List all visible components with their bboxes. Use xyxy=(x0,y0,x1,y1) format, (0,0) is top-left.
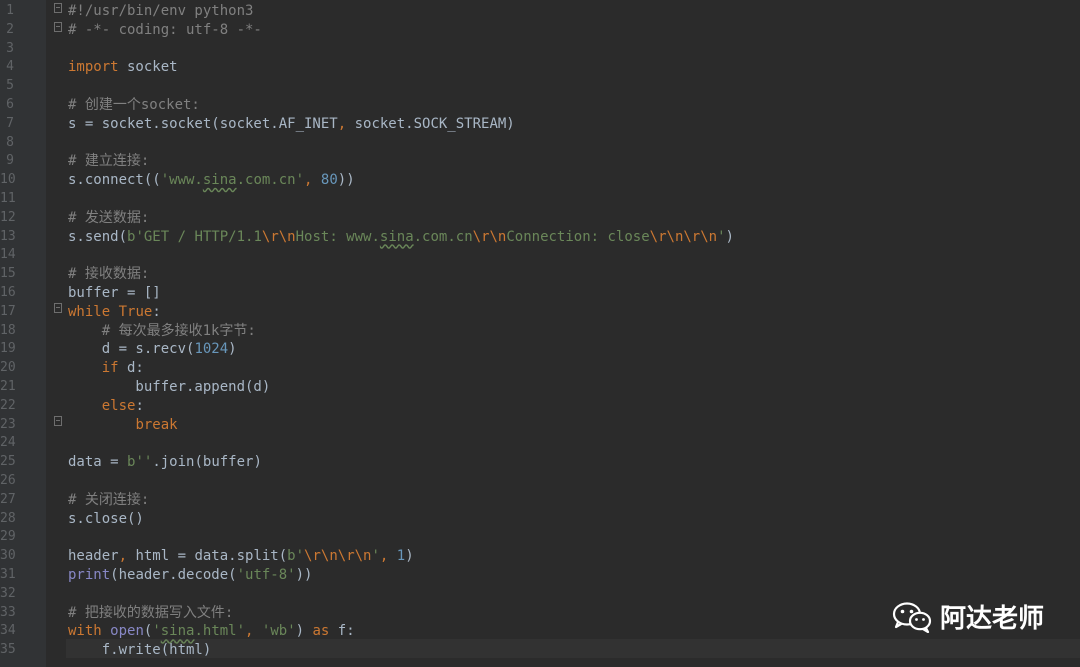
code-line[interactable]: # 关闭连接: xyxy=(68,491,149,510)
code-line[interactable]: # 发送数据: xyxy=(68,209,149,228)
code-line[interactable]: with open('sina.html', 'wb') as f: xyxy=(68,622,355,641)
fold-marker-icon[interactable] xyxy=(54,3,62,13)
code-line[interactable]: # 创建一个socket: xyxy=(68,96,200,115)
code-line[interactable]: import socket xyxy=(68,58,178,77)
line-number: 7 xyxy=(6,115,14,131)
code-line[interactable]: break xyxy=(68,416,177,435)
code-line[interactable]: s.send(b'GET / HTTP/1.1\r\nHost: www.sin… xyxy=(68,228,734,247)
line-number: 27 xyxy=(0,491,16,507)
line-number: 15 xyxy=(0,266,16,282)
code-line[interactable]: if d: xyxy=(68,359,144,378)
code-line[interactable]: buffer.append(d) xyxy=(68,378,270,397)
line-number: 22 xyxy=(0,397,16,413)
line-number: 13 xyxy=(0,228,16,244)
line-number: 16 xyxy=(0,285,16,300)
line-number-gutter: 1 2 3 4 5 6 7 8 9 10 11 12 13 14 15 16 17 18 19 20 21 22 23 24 2… xyxy=(0,0,47,667)
line-number: 28 xyxy=(0,510,16,526)
fold-marker-icon[interactable] xyxy=(54,303,62,313)
line-number: 6 xyxy=(6,97,14,112)
code-editor[interactable]: 1 2 3 4 5 6 7 8 9 10 11 12 13 14 15 16 17 18 19 20 21 22 23 24 2… xyxy=(0,0,1080,667)
code-line[interactable]: f.write(html) xyxy=(68,641,212,660)
code-line[interactable]: # 接收数据: xyxy=(68,265,149,284)
line-number: 26 xyxy=(0,473,16,488)
line-number: 32 xyxy=(0,585,16,601)
fold-marker-icon[interactable] xyxy=(54,22,62,32)
watermark-text: 阿达老师 xyxy=(939,604,1044,634)
line-number: 20 xyxy=(0,360,16,376)
line-number: 9 xyxy=(6,153,14,169)
code-line[interactable]: else: xyxy=(68,397,144,416)
line-number: 31 xyxy=(0,567,16,582)
line-number: 35 xyxy=(0,642,16,658)
line-number: 24 xyxy=(0,435,16,451)
code-line[interactable]: print(header.decode('utf-8')) xyxy=(68,566,312,585)
line-number: 5 xyxy=(6,78,14,94)
line-number: 3 xyxy=(6,40,14,56)
fold-marker-icon[interactable] xyxy=(54,416,62,426)
code-line[interactable]: data = b''.join(buffer) xyxy=(68,453,262,472)
code-line[interactable]: d = s.recv(1024) xyxy=(68,340,237,359)
line-number: 11 xyxy=(0,191,16,206)
code-line[interactable]: s.connect(('www.sina.com.cn', 80)) xyxy=(68,171,355,190)
line-number: 33 xyxy=(0,604,16,620)
line-number: 4 xyxy=(6,59,14,75)
code-line[interactable]: # 建立连接: xyxy=(68,152,149,171)
line-number: 1 xyxy=(6,3,14,18)
line-number: 10 xyxy=(0,172,16,188)
code-line[interactable]: while True: xyxy=(68,303,161,322)
line-number: 30 xyxy=(0,548,16,564)
line-number: 23 xyxy=(0,416,16,432)
line-number: 8 xyxy=(6,134,14,150)
line-number: 14 xyxy=(0,247,16,263)
code-line[interactable]: s.close() xyxy=(68,510,144,529)
watermark: 阿达老师 xyxy=(892,598,1044,635)
code-line[interactable]: header, html = data.split(b'\r\n\r\n', 1… xyxy=(68,547,414,566)
line-number: 12 xyxy=(0,209,16,225)
line-number: 18 xyxy=(0,322,16,338)
line-number: 34 xyxy=(0,623,16,639)
line-number: 2 xyxy=(6,21,14,37)
code-line[interactable]: # -*- coding: utf-8 -*- xyxy=(68,21,262,40)
code-line[interactable]: # 把接收的数据写入文件: xyxy=(68,604,233,623)
code-line[interactable]: #!/usr/bin/env python3 xyxy=(68,2,253,21)
code-line[interactable]: s = socket.socket(socket.AF_INET, socket… xyxy=(68,115,515,134)
line-number: 29 xyxy=(0,529,16,545)
line-number: 21 xyxy=(0,379,16,394)
line-number: 17 xyxy=(0,303,16,319)
fold-gutter xyxy=(46,0,66,667)
current-line-highlight xyxy=(66,639,1080,658)
wechat-icon xyxy=(892,601,932,633)
code-line[interactable]: buffer = [] xyxy=(68,284,161,303)
line-number: 19 xyxy=(0,341,16,357)
line-number: 25 xyxy=(0,454,16,470)
code-line[interactable]: # 每次最多接收1k字节: xyxy=(68,322,256,341)
